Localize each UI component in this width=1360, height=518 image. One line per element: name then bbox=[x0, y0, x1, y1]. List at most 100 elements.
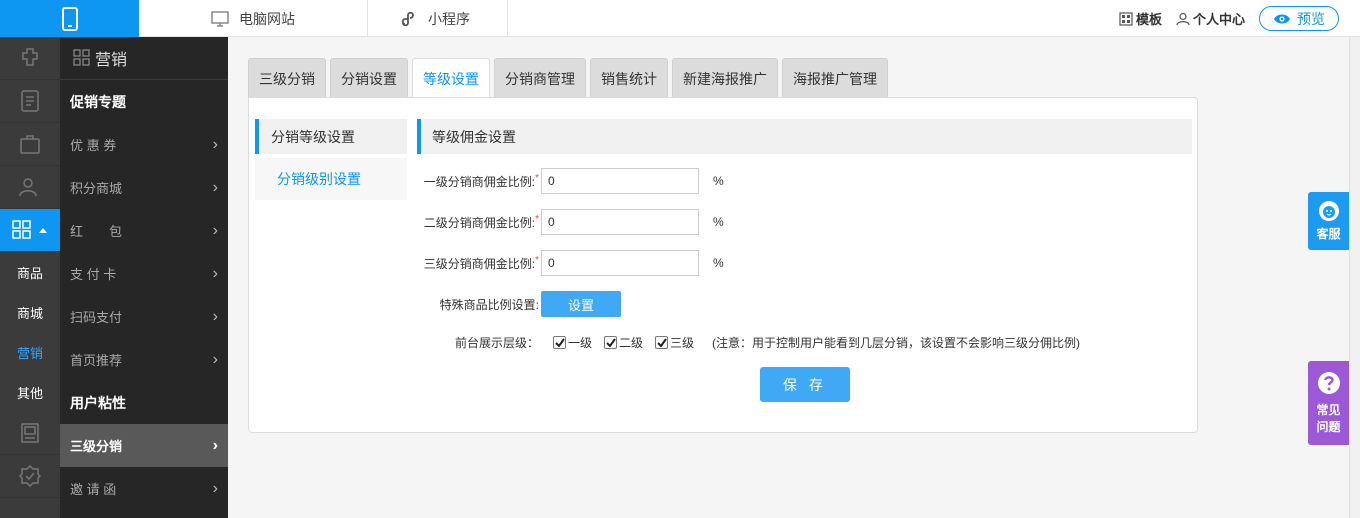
level1-commission-input[interactable] bbox=[541, 168, 699, 194]
top-right-actions: 模板 个人中心 预览 bbox=[1105, 0, 1339, 37]
display-levels-row: 前台展示层级： 一级 二级 三级 (注意：用于控制用户能看到几层分销，该设置不会… bbox=[417, 330, 1080, 354]
bag-icon bbox=[20, 135, 40, 154]
preview-button[interactable]: 预览 bbox=[1259, 6, 1339, 31]
menu-item-coupon[interactable]: 优 惠 券 › bbox=[60, 123, 228, 166]
tab-sales-statistics[interactable]: 销售统计 bbox=[590, 58, 668, 98]
sidebar-text-goods[interactable]: 商品 bbox=[0, 252, 60, 292]
faq-label-line2: 问题 bbox=[1316, 420, 1341, 434]
sidebar-text-mall[interactable]: 商城 bbox=[0, 292, 60, 332]
required-mark: * bbox=[535, 213, 539, 225]
sidebar-item-home[interactable] bbox=[0, 37, 60, 80]
faq-button[interactable]: 常见 问题 bbox=[1308, 361, 1349, 445]
phone-icon bbox=[61, 6, 78, 31]
chevron-right-icon: › bbox=[212, 264, 218, 282]
profile-label: 个人中心 bbox=[1192, 12, 1245, 27]
menu-item-label: 优 惠 券 bbox=[70, 138, 117, 153]
menu-item-label: 支 付 卡 bbox=[70, 267, 117, 282]
chevron-right-icon: › bbox=[212, 350, 218, 368]
label-text: 一级分销商佣金比例: bbox=[423, 174, 536, 189]
tab-poster-promotion-management[interactable]: 海报推广管理 bbox=[782, 58, 888, 98]
tab-mini-program-label: 小程序 bbox=[428, 10, 470, 27]
sidebar-item-apps[interactable] bbox=[0, 209, 60, 252]
label-text: 二级分销商佣金比例: bbox=[423, 215, 536, 230]
tab-three-level-distribution[interactable]: 三级分销 bbox=[248, 58, 326, 98]
scrollbar-track[interactable] bbox=[1349, 37, 1360, 518]
chevron-right-icon: › bbox=[212, 307, 218, 325]
chevron-right-icon: › bbox=[212, 436, 218, 454]
save-button[interactable]: 保 存 bbox=[760, 367, 850, 402]
primary-sidebar: 商品 商城 营销 其他 bbox=[0, 37, 60, 518]
checkbox-level1[interactable]: 一级 bbox=[553, 334, 592, 351]
menu-item-label: 积分商城 bbox=[70, 181, 123, 196]
menu-item-label: 红 包 bbox=[70, 224, 123, 239]
template-icon bbox=[1119, 11, 1133, 26]
special-goods-set-button[interactable]: 设置 bbox=[541, 291, 621, 317]
sidebar-item-article[interactable] bbox=[0, 412, 60, 455]
menu-item-payment-card[interactable]: 支 付 卡 › bbox=[60, 252, 228, 295]
level2-commission-label: 二级分销商佣金比例:* bbox=[417, 214, 541, 231]
label-text: 三级分销商佣金比例: bbox=[423, 256, 536, 271]
tab-pc-website-label: 电脑网站 bbox=[239, 10, 295, 27]
subnav-header: 分销等级设置 bbox=[255, 119, 407, 154]
users-icon bbox=[19, 178, 37, 197]
article-icon bbox=[21, 423, 39, 443]
menu-header-label: 营销 bbox=[95, 52, 128, 69]
puzzle-icon bbox=[22, 48, 38, 66]
question-icon bbox=[1317, 372, 1340, 394]
menu-item-invitation[interactable]: 邀 请 函 › bbox=[60, 467, 228, 510]
required-mark: * bbox=[535, 254, 539, 266]
mobile-site-tab[interactable] bbox=[0, 0, 139, 37]
settings-badge-icon bbox=[19, 465, 41, 487]
tab-distribution-settings[interactable]: 分销设置 bbox=[330, 58, 408, 98]
sidebar-item-shop[interactable] bbox=[0, 123, 60, 166]
preview-label: 预览 bbox=[1297, 10, 1325, 27]
checkbox-label: 一级 bbox=[568, 335, 593, 350]
tab-pc-website[interactable]: 电脑网站 bbox=[139, 0, 368, 37]
menu-item-label: 邀 请 函 bbox=[70, 482, 117, 497]
sidebar-text-other[interactable]: 其他 bbox=[0, 372, 60, 412]
template-link[interactable]: 模板 bbox=[1119, 9, 1162, 28]
menu-item-red-packet[interactable]: 红 包 › bbox=[60, 209, 228, 252]
customer-service-icon bbox=[1318, 201, 1339, 221]
document-icon bbox=[21, 90, 39, 112]
profile-link[interactable]: 个人中心 bbox=[1176, 9, 1245, 28]
level2-commission-row: 二级分销商佣金比例:* % bbox=[417, 209, 724, 235]
sidebar-item-document[interactable] bbox=[0, 80, 60, 123]
chevron-right-icon: › bbox=[212, 479, 218, 497]
sidebar-item-users[interactable] bbox=[0, 166, 60, 209]
secondary-sidebar: 营销 促销专题 优 惠 券 › 积分商城 › 红 包 › 支 付 卡 › 扫码支付 › 首… bbox=[60, 37, 228, 518]
percent-unit: % bbox=[713, 215, 724, 229]
level3-commission-input[interactable] bbox=[541, 250, 699, 276]
subnav-item-level-settings[interactable]: 分销级别设置 bbox=[255, 158, 407, 200]
checkbox-level2[interactable]: 二级 bbox=[604, 334, 643, 351]
level3-commission-row: 三级分销商佣金比例:* % bbox=[417, 250, 724, 276]
tab-new-poster-promotion[interactable]: 新建海报推广 bbox=[672, 58, 778, 98]
menu-item-three-level-distribution[interactable]: 三级分销 › bbox=[60, 424, 228, 467]
tab-mini-program[interactable]: 小程序 bbox=[368, 0, 508, 37]
content-tabs: 三级分销 分销设置 等级设置 分销商管理 销售统计 新建海报推广 海报推广管理 bbox=[248, 58, 892, 99]
tab-distributor-management[interactable]: 分销商管理 bbox=[494, 58, 586, 98]
sidebar-item-settings[interactable] bbox=[0, 455, 60, 498]
sub-navigation: 分销等级设置 分销级别设置 bbox=[255, 119, 407, 200]
caret-up-icon bbox=[39, 228, 47, 233]
menu-item-home-recommend[interactable]: 首页推荐 › bbox=[60, 338, 228, 381]
menu-item-points-mall[interactable]: 积分商城 › bbox=[60, 166, 228, 209]
menu-item-scan-pay[interactable]: 扫码支付 › bbox=[60, 295, 228, 338]
checkbox-checked-icon bbox=[604, 335, 618, 349]
level2-commission-input[interactable] bbox=[541, 209, 699, 235]
percent-unit: % bbox=[713, 256, 724, 270]
section-title: 等级佣金设置 bbox=[417, 119, 1192, 154]
menu-section-user-stickiness: 用户粘性 bbox=[70, 394, 126, 411]
menu-item-label: 扫码支付 bbox=[70, 310, 123, 325]
sidebar-text-marketing[interactable]: 营销 bbox=[0, 332, 60, 372]
tab-level-settings[interactable]: 等级设置 bbox=[412, 58, 490, 99]
checkbox-checked-icon bbox=[655, 335, 669, 349]
customer-service-button[interactable]: 客服 bbox=[1308, 192, 1349, 250]
chevron-right-icon: › bbox=[212, 178, 218, 196]
level3-commission-label: 三级分销商佣金比例:* bbox=[417, 255, 541, 272]
checkbox-checked-icon bbox=[553, 335, 566, 349]
checkbox-level3[interactable]: 三级 bbox=[655, 334, 694, 351]
special-goods-row: 特殊商品比例设置: 设置 bbox=[417, 291, 621, 317]
display-levels-label: 前台展示层级： bbox=[454, 335, 539, 350]
chevron-right-icon: › bbox=[212, 135, 218, 153]
